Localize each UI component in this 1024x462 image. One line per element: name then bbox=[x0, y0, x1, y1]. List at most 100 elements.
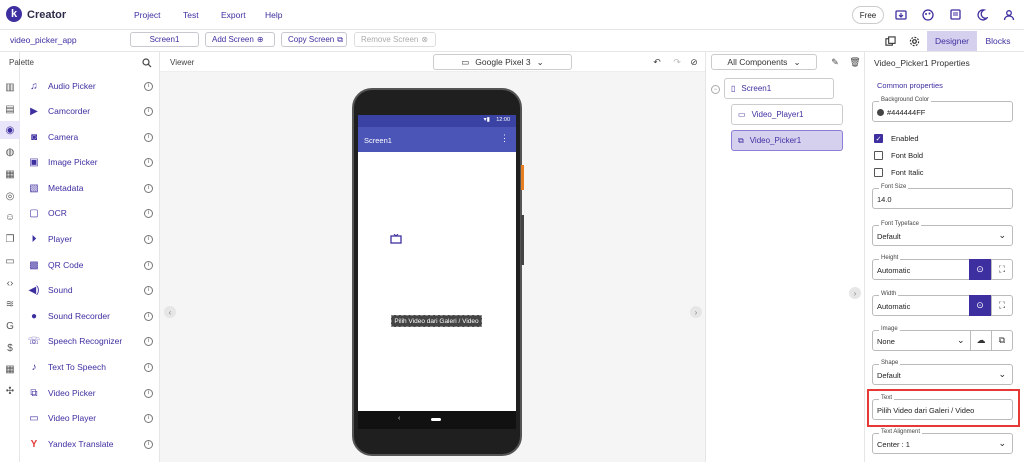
extensions-category-icon[interactable]: ✣ bbox=[4, 385, 16, 397]
info-icon[interactable]: i bbox=[144, 388, 153, 398]
media-category-icon[interactable]: ◉ bbox=[4, 124, 16, 136]
maps-category-icon[interactable]: ▦ bbox=[4, 168, 16, 180]
palette-item-camera[interactable]: ◙ Camera i bbox=[28, 127, 153, 147]
remove-screen-button[interactable]: Remove Screen ⊗ bbox=[354, 32, 436, 47]
palette-item-camcorder[interactable]: ▶ Camcorder i bbox=[28, 101, 153, 121]
tree-node-screen1[interactable]: ▯ Screen1 bbox=[724, 78, 834, 99]
google-category-icon[interactable]: G bbox=[4, 320, 16, 332]
library-icon[interactable] bbox=[949, 9, 961, 21]
video-player-component-icon[interactable] bbox=[390, 234, 402, 244]
background-color-field[interactable]: Background Color #444444FF bbox=[872, 97, 1013, 122]
feed-category-icon[interactable]: ≋ bbox=[4, 298, 16, 310]
components-filter[interactable]: All Components ⌄ bbox=[711, 54, 817, 70]
drawing-category-icon[interactable]: ◍ bbox=[4, 146, 16, 158]
info-icon[interactable]: i bbox=[144, 362, 153, 372]
monetization-category-icon[interactable]: $ bbox=[4, 342, 16, 354]
height-field[interactable]: Height Automatic ⊙ ⛶ bbox=[872, 255, 1013, 280]
screen-selector[interactable]: Screen1 bbox=[130, 32, 199, 47]
palette-item-image-picker[interactable]: ▣ Image Picker i bbox=[28, 152, 153, 172]
connectivity-category-icon[interactable]: ▭ bbox=[4, 255, 16, 267]
code-category-icon[interactable]: ‹› bbox=[4, 277, 16, 289]
layout-category-icon[interactable]: ▤ bbox=[4, 103, 16, 115]
viewer-left-arrow-icon[interactable]: ‹ bbox=[164, 306, 176, 318]
blocks-tab[interactable]: Blocks bbox=[977, 31, 1019, 51]
enabled-checkbox[interactable]: ✓ bbox=[874, 134, 883, 143]
apps-category-icon[interactable]: ▦ bbox=[4, 363, 16, 375]
menu-project[interactable]: Project bbox=[134, 10, 160, 20]
open-external-icon[interactable]: ⧉ bbox=[991, 330, 1012, 351]
menu-test[interactable]: Test bbox=[183, 10, 199, 20]
palette-item-sound-recorder[interactable]: ● Sound Recorder i bbox=[28, 306, 153, 326]
player-icon: ⏵ bbox=[31, 233, 37, 245]
viewer-right-arrow-icon[interactable]: › bbox=[690, 306, 702, 318]
palette-search-icon[interactable] bbox=[142, 58, 152, 68]
menu-export[interactable]: Export bbox=[221, 10, 246, 20]
font-size-field[interactable]: Font Size 14.0 bbox=[872, 184, 1013, 209]
font-typeface-select[interactable]: Font Typeface Default ⌄ bbox=[872, 221, 1013, 246]
settings-icon[interactable] bbox=[908, 35, 920, 47]
palette-item-sound[interactable]: ◀) Sound i bbox=[28, 280, 153, 300]
charts-category-icon[interactable]: ▥ bbox=[4, 81, 16, 93]
social-category-icon[interactable]: ☺ bbox=[4, 211, 16, 223]
free-plan-button[interactable]: Free bbox=[852, 6, 884, 24]
info-icon[interactable]: i bbox=[144, 183, 153, 193]
image-select[interactable]: Image None ⌄ ☁ ⧉ bbox=[872, 326, 1013, 351]
layers-icon[interactable] bbox=[884, 35, 896, 47]
import-icon[interactable] bbox=[895, 9, 907, 21]
remove-screen-label: Remove Screen bbox=[361, 35, 419, 44]
text-alignment-select[interactable]: Text Alignment Center : 1 ⌄ bbox=[872, 429, 1013, 454]
info-icon[interactable]: i bbox=[144, 311, 153, 321]
storage-category-icon[interactable]: ❐ bbox=[4, 233, 16, 245]
info-icon[interactable]: i bbox=[144, 336, 153, 346]
hide-icon[interactable]: ⊘ bbox=[689, 57, 699, 67]
width-field[interactable]: Width Automatic ⊙ ⛶ bbox=[872, 291, 1013, 316]
palette-item-audio-picker[interactable]: ♫ Audio Picker i bbox=[28, 76, 153, 96]
fill-parent-icon[interactable]: ⊙ bbox=[969, 259, 991, 280]
info-icon[interactable]: i bbox=[144, 439, 153, 449]
redo-icon[interactable]: ↷ bbox=[672, 57, 682, 67]
tree-node-video-picker1[interactable]: ⧉ Video_Picker1 bbox=[731, 130, 843, 151]
palette-item-video-picker[interactable]: ⧉ Video Picker i bbox=[28, 383, 153, 403]
designer-tab[interactable]: Designer bbox=[927, 31, 977, 51]
expand-icon[interactable]: ⛶ bbox=[991, 259, 1012, 280]
palette-item-video-player[interactable]: ▭ Video Player i bbox=[28, 408, 153, 428]
menu-help[interactable]: Help bbox=[265, 10, 282, 20]
info-icon[interactable]: i bbox=[144, 106, 153, 116]
dark-mode-icon[interactable] bbox=[976, 9, 988, 21]
palette-icon[interactable] bbox=[922, 9, 934, 21]
collapse-panel-arrow-icon[interactable]: › bbox=[849, 287, 861, 299]
fill-parent-icon[interactable]: ⊙ bbox=[969, 295, 991, 316]
edit-icon[interactable]: ✎ bbox=[830, 57, 840, 67]
device-selector[interactable]: ▭ Google Pixel 3 ⌄ bbox=[433, 54, 572, 70]
collapse-icon[interactable]: − bbox=[711, 85, 720, 94]
info-icon[interactable]: i bbox=[144, 413, 153, 423]
info-icon[interactable]: i bbox=[144, 260, 153, 270]
info-icon[interactable]: i bbox=[144, 81, 153, 91]
sensors-category-icon[interactable]: ◎ bbox=[4, 190, 16, 202]
undo-icon[interactable]: ↶ bbox=[652, 57, 662, 67]
info-icon[interactable]: i bbox=[144, 132, 153, 142]
add-screen-button[interactable]: Add Screen ⊕ bbox=[205, 32, 275, 47]
overflow-menu-icon: ⋮ bbox=[500, 133, 509, 143]
info-icon[interactable]: i bbox=[144, 234, 153, 244]
video-picker-component[interactable]: Pilih Video dari Galeri / Video bbox=[391, 315, 482, 327]
expand-icon[interactable]: ⛶ bbox=[991, 295, 1012, 316]
palette-item-player[interactable]: ⏵ Player i bbox=[28, 229, 153, 249]
palette-item-qr-code[interactable]: ▩ QR Code i bbox=[28, 255, 153, 275]
info-icon[interactable]: i bbox=[144, 285, 153, 295]
info-icon[interactable]: i bbox=[144, 157, 153, 167]
palette-item-speech-recognizer[interactable]: ☏ Speech Recognizer i bbox=[28, 331, 153, 351]
font-italic-checkbox[interactable] bbox=[874, 168, 883, 177]
palette-item-metadata[interactable]: ▧ Metadata i bbox=[28, 178, 153, 198]
palette-item-ocr[interactable]: ▢ OCR i bbox=[28, 203, 153, 223]
account-icon[interactable] bbox=[1003, 9, 1015, 21]
palette-item-text-to-speech[interactable]: ♪ Text To Speech i bbox=[28, 357, 153, 377]
tree-node-video-player1[interactable]: ▭ Video_Player1 bbox=[731, 104, 843, 125]
copy-screen-button[interactable]: Copy Screen ⧉ bbox=[281, 32, 347, 47]
info-icon[interactable]: i bbox=[144, 208, 153, 218]
upload-icon[interactable]: ☁ bbox=[970, 330, 991, 351]
delete-icon[interactable]: 🗑 bbox=[849, 57, 860, 67]
shape-select[interactable]: Shape Default ⌄ bbox=[872, 360, 1013, 385]
palette-item-yandex-translate[interactable]: Y Yandex Translate i bbox=[28, 434, 153, 454]
font-bold-checkbox[interactable] bbox=[874, 151, 883, 160]
